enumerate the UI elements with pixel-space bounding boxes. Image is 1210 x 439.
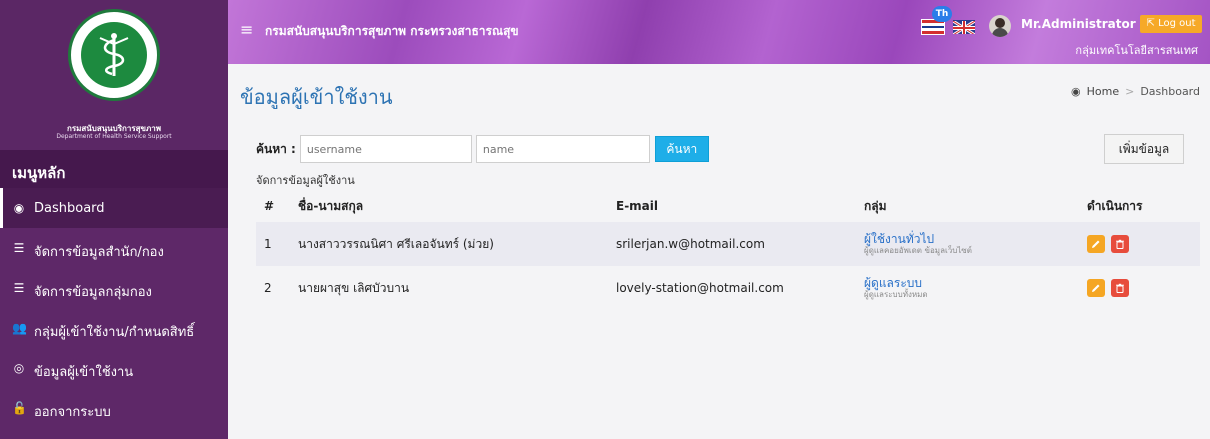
header-action: ดำเนินการ [1087,198,1143,213]
pencil-icon [1092,284,1100,292]
dept-name-en: Department of Health Service Support [56,133,172,140]
header-name: ชื่อ-นามสกุล [298,198,364,213]
sidebar-item-user-info[interactable]: ◎ ข้อมูลผู้เข้าใช้งาน [0,348,228,388]
sidebar-item-manage-office[interactable]: ☰ จัดการข้อมูลสำนัก/กอง [0,228,228,268]
sidebar-item-user-groups[interactable]: 👥 กลุ่มผู้เข้าใช้งาน/กำหนดสิทธิ์ [0,308,228,348]
top-bar: ≡ กรมสนับสนุนบริการสุขภาพ กระทรวงสาธารณส… [228,0,1210,64]
header-group: กลุ่ม [864,198,887,213]
group-description: ผู้ดูแลคอยอัพเดต ข้อมูลเว็บไซต์ [864,245,972,255]
search-row: ค้นหา : ค้นหา [256,135,709,163]
main-content: ข้อมูลผู้เข้าใช้งาน ◉ Home > Dashboard ค… [228,64,1210,439]
trash-icon [1116,239,1124,249]
row-name: นายผาสุข เลิศบัวบาน [298,280,410,295]
external-link-icon: ⇱ [1146,18,1155,29]
logo-area: กรมสนับสนุนบริการสุขภาพ Department of He… [0,0,228,150]
sidebar-item-label: Dashboard [34,201,105,216]
breadcrumb: ◉ Home > Dashboard [1071,85,1200,98]
row-email: lovely-station@hotmail.com [616,281,784,295]
sidebar-item-manage-group[interactable]: ☰ จัดการข้อมูลกลุ่มกอง [0,268,228,308]
row-num: 2 [264,281,272,295]
row-group: ผู้ใช้งานทั่วไป ผู้ดูแลคอยอัพเดต ข้อมูลเ… [858,232,1083,256]
sidebar-item-label: กลุ่มผู้เข้าใช้งาน/กำหนดสิทธิ์ [34,325,195,340]
uk-flag-icon[interactable] [953,20,975,34]
sidebar-item-label: ข้อมูลผู้เข้าใช้งาน [34,365,134,380]
table-caption: จัดการข้อมูลผู้ใช้งาน [256,174,355,187]
breadcrumb-current: Dashboard [1140,85,1200,98]
header-num: # [264,199,275,213]
logout-button[interactable]: ⇱ Log out [1140,15,1202,33]
user-avatar[interactable] [989,15,1011,37]
edit-button[interactable] [1087,279,1105,297]
users-table: # ชื่อ-นามสกุล E-mail กลุ่ม ดำเนินการ 1 … [256,190,1200,310]
group-link[interactable]: ผู้ใช้งานทั่วไป [864,232,1083,246]
edit-button[interactable] [1087,235,1105,253]
sidebar-item-label: ออกจากระบบ [34,405,111,420]
table-row: 2 นายผาสุข เลิศบัวบาน lovely-station@hot… [256,266,1200,310]
hamburger-menu-icon[interactable]: ≡ [240,20,253,39]
unlock-icon: 🔓 [12,401,27,415]
breadcrumb-separator: > [1125,85,1135,98]
pencil-icon [1092,240,1100,248]
dashboard-icon: ◉ [13,201,25,215]
name-input[interactable] [475,135,650,163]
sidebar-item-dashboard[interactable]: ◉ Dashboard [0,188,228,228]
users-icon: 👥 [12,321,27,335]
user-group-label: กลุ่มเทคโนโลยีสารสนเทศ [1075,44,1198,57]
table-row: 1 นางสาววรรณนิศา ศรีเลอจันทร์ (ม่วย) sri… [256,222,1200,266]
trash-icon [1116,283,1124,293]
sidebar-item-logout[interactable]: 🔓 ออกจากระบบ [0,388,228,428]
row-email: srilerjan.w@hotmail.com [616,237,765,251]
dept-name: กรมสนับสนุนบริการสุขภาพ [66,124,162,133]
group-description: ผู้ดูแลระบบทั้งหมด [864,289,928,299]
delete-button[interactable] [1111,235,1129,253]
ministry-logo [68,9,160,101]
user-circle-icon: ◎ [13,361,25,375]
breadcrumb-home[interactable]: Home [1087,85,1119,98]
search-button[interactable]: ค้นหา [654,136,709,162]
group-link[interactable]: ผู้ดูแลระบบ [864,276,1083,290]
row-actions [1083,279,1200,297]
user-name[interactable]: Mr.Administrator [1021,17,1136,31]
sidebar-item-label: จัดการข้อมูลสำนัก/กอง [34,245,164,260]
list-icon: ☰ [13,241,25,255]
org-title: กรมสนับสนุนบริการสุขภาพ กระทรวงสาธารณสุข [265,24,519,38]
dashboard-icon: ◉ [1071,85,1081,98]
search-label: ค้นหา : [256,141,296,156]
add-data-button[interactable]: เพิ่มข้อมูล [1104,134,1184,164]
delete-button[interactable] [1111,279,1129,297]
logout-label: Log out [1158,18,1196,29]
list-icon: ☰ [13,281,25,295]
language-badge: Th [932,6,952,22]
row-num: 1 [264,237,272,251]
row-name: นางสาววรรณนิศา ศรีเลอจันทร์ (ม่วย) [298,236,494,251]
menu-title: เมนูหลัก [0,150,228,188]
page-title: ข้อมูลผู้เข้าใช้งาน [240,85,393,109]
username-input[interactable] [299,135,472,163]
table-header-row: # ชื่อ-นามสกุล E-mail กลุ่ม ดำเนินการ [256,190,1200,222]
sidebar: กรมสนับสนุนบริการสุขภาพ Department of He… [0,0,228,439]
sidebar-item-label: จัดการข้อมูลกลุ่มกอง [34,285,152,300]
row-group: ผู้ดูแลระบบ ผู้ดูแลระบบทั้งหมด [858,276,1083,300]
row-actions [1083,235,1200,253]
header-email: E-mail [616,199,659,213]
